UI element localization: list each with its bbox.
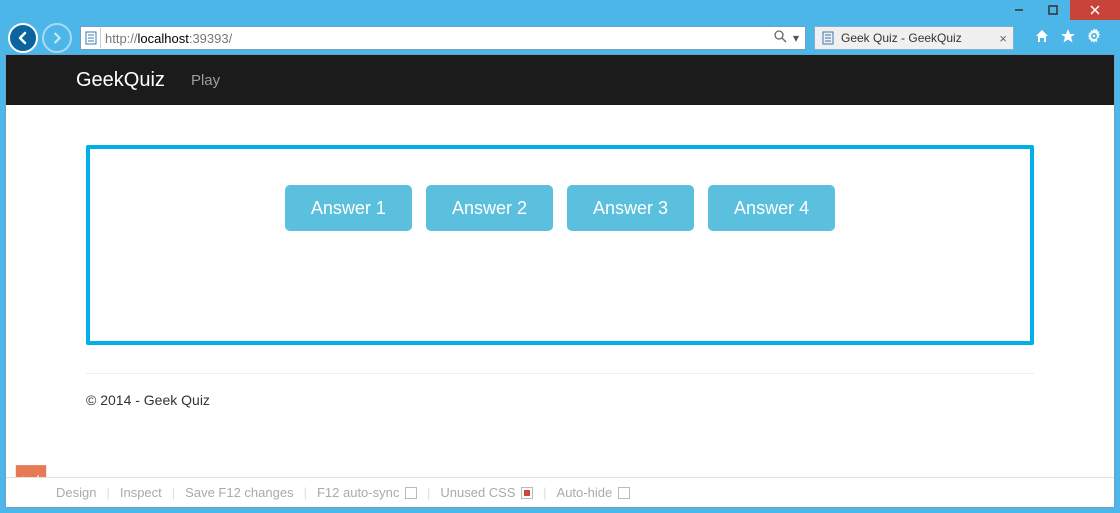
dev-design[interactable]: Design	[56, 485, 96, 500]
search-icon[interactable]	[774, 30, 787, 46]
tab-favicon-icon	[821, 31, 835, 45]
url-host: localhost	[138, 31, 189, 46]
maximize-button[interactable]	[1036, 0, 1070, 20]
dev-save[interactable]: Save F12 changes	[185, 485, 293, 500]
window-titlebar	[0, 0, 1120, 22]
minimize-button[interactable]	[1002, 0, 1036, 20]
url-prefix: http://	[105, 31, 138, 46]
dev-autosync[interactable]: F12 auto-sync	[317, 485, 417, 500]
address-bar[interactable]: http://localhost:39393/ ▾	[80, 26, 806, 50]
nav-forward-button[interactable]	[42, 23, 72, 53]
address-right: ▾	[768, 30, 805, 46]
checkbox-icon[interactable]	[618, 487, 630, 499]
home-icon[interactable]	[1034, 28, 1050, 48]
tab-close-button[interactable]: ×	[999, 31, 1007, 46]
favorites-icon[interactable]	[1060, 28, 1076, 48]
url-suffix: :39393/	[189, 31, 232, 46]
dev-inspect[interactable]: Inspect	[120, 485, 162, 500]
brand-title[interactable]: GeekQuiz	[76, 69, 165, 92]
site-navbar: GeekQuiz Play	[6, 55, 1114, 105]
page-footer: © 2014 - Geek Quiz	[6, 374, 1114, 408]
answer-button-3[interactable]: Answer 3	[567, 185, 694, 231]
page-body: Answer 1 Answer 2 Answer 3 Answer 4	[6, 105, 1114, 355]
nav-link-play[interactable]: Play	[191, 72, 220, 89]
checkbox-icon[interactable]	[521, 487, 533, 499]
addr-dropdown-icon[interactable]: ▾	[793, 31, 799, 45]
answer-button-4[interactable]: Answer 4	[708, 185, 835, 231]
page-viewport: GeekQuiz Play Answer 1 Answer 2 Answer 3…	[5, 54, 1115, 508]
close-button[interactable]	[1070, 0, 1120, 20]
settings-icon[interactable]	[1086, 28, 1102, 48]
dev-unused[interactable]: Unused CSS	[440, 485, 533, 500]
nav-back-button[interactable]	[8, 23, 38, 53]
browser-toolbar: http://localhost:39393/ ▾ Geek Quiz - Ge…	[0, 22, 1120, 54]
checkbox-icon[interactable]	[405, 487, 417, 499]
answer-button-1[interactable]: Answer 1	[285, 185, 412, 231]
page-favicon-icon	[81, 28, 101, 48]
dev-toolbar: Design | Inspect | Save F12 changes | F1…	[6, 477, 1114, 507]
tab-title: Geek Quiz - GeekQuiz	[841, 31, 993, 45]
answer-button-2[interactable]: Answer 2	[426, 185, 553, 231]
address-text: http://localhost:39393/	[105, 31, 768, 46]
browser-tab[interactable]: Geek Quiz - GeekQuiz ×	[814, 26, 1014, 50]
browser-window: http://localhost:39393/ ▾ Geek Quiz - Ge…	[0, 0, 1120, 513]
browser-chrome-right	[1018, 28, 1112, 48]
dev-autohide[interactable]: Auto-hide	[557, 485, 630, 500]
quiz-panel: Answer 1 Answer 2 Answer 3 Answer 4	[86, 145, 1034, 345]
